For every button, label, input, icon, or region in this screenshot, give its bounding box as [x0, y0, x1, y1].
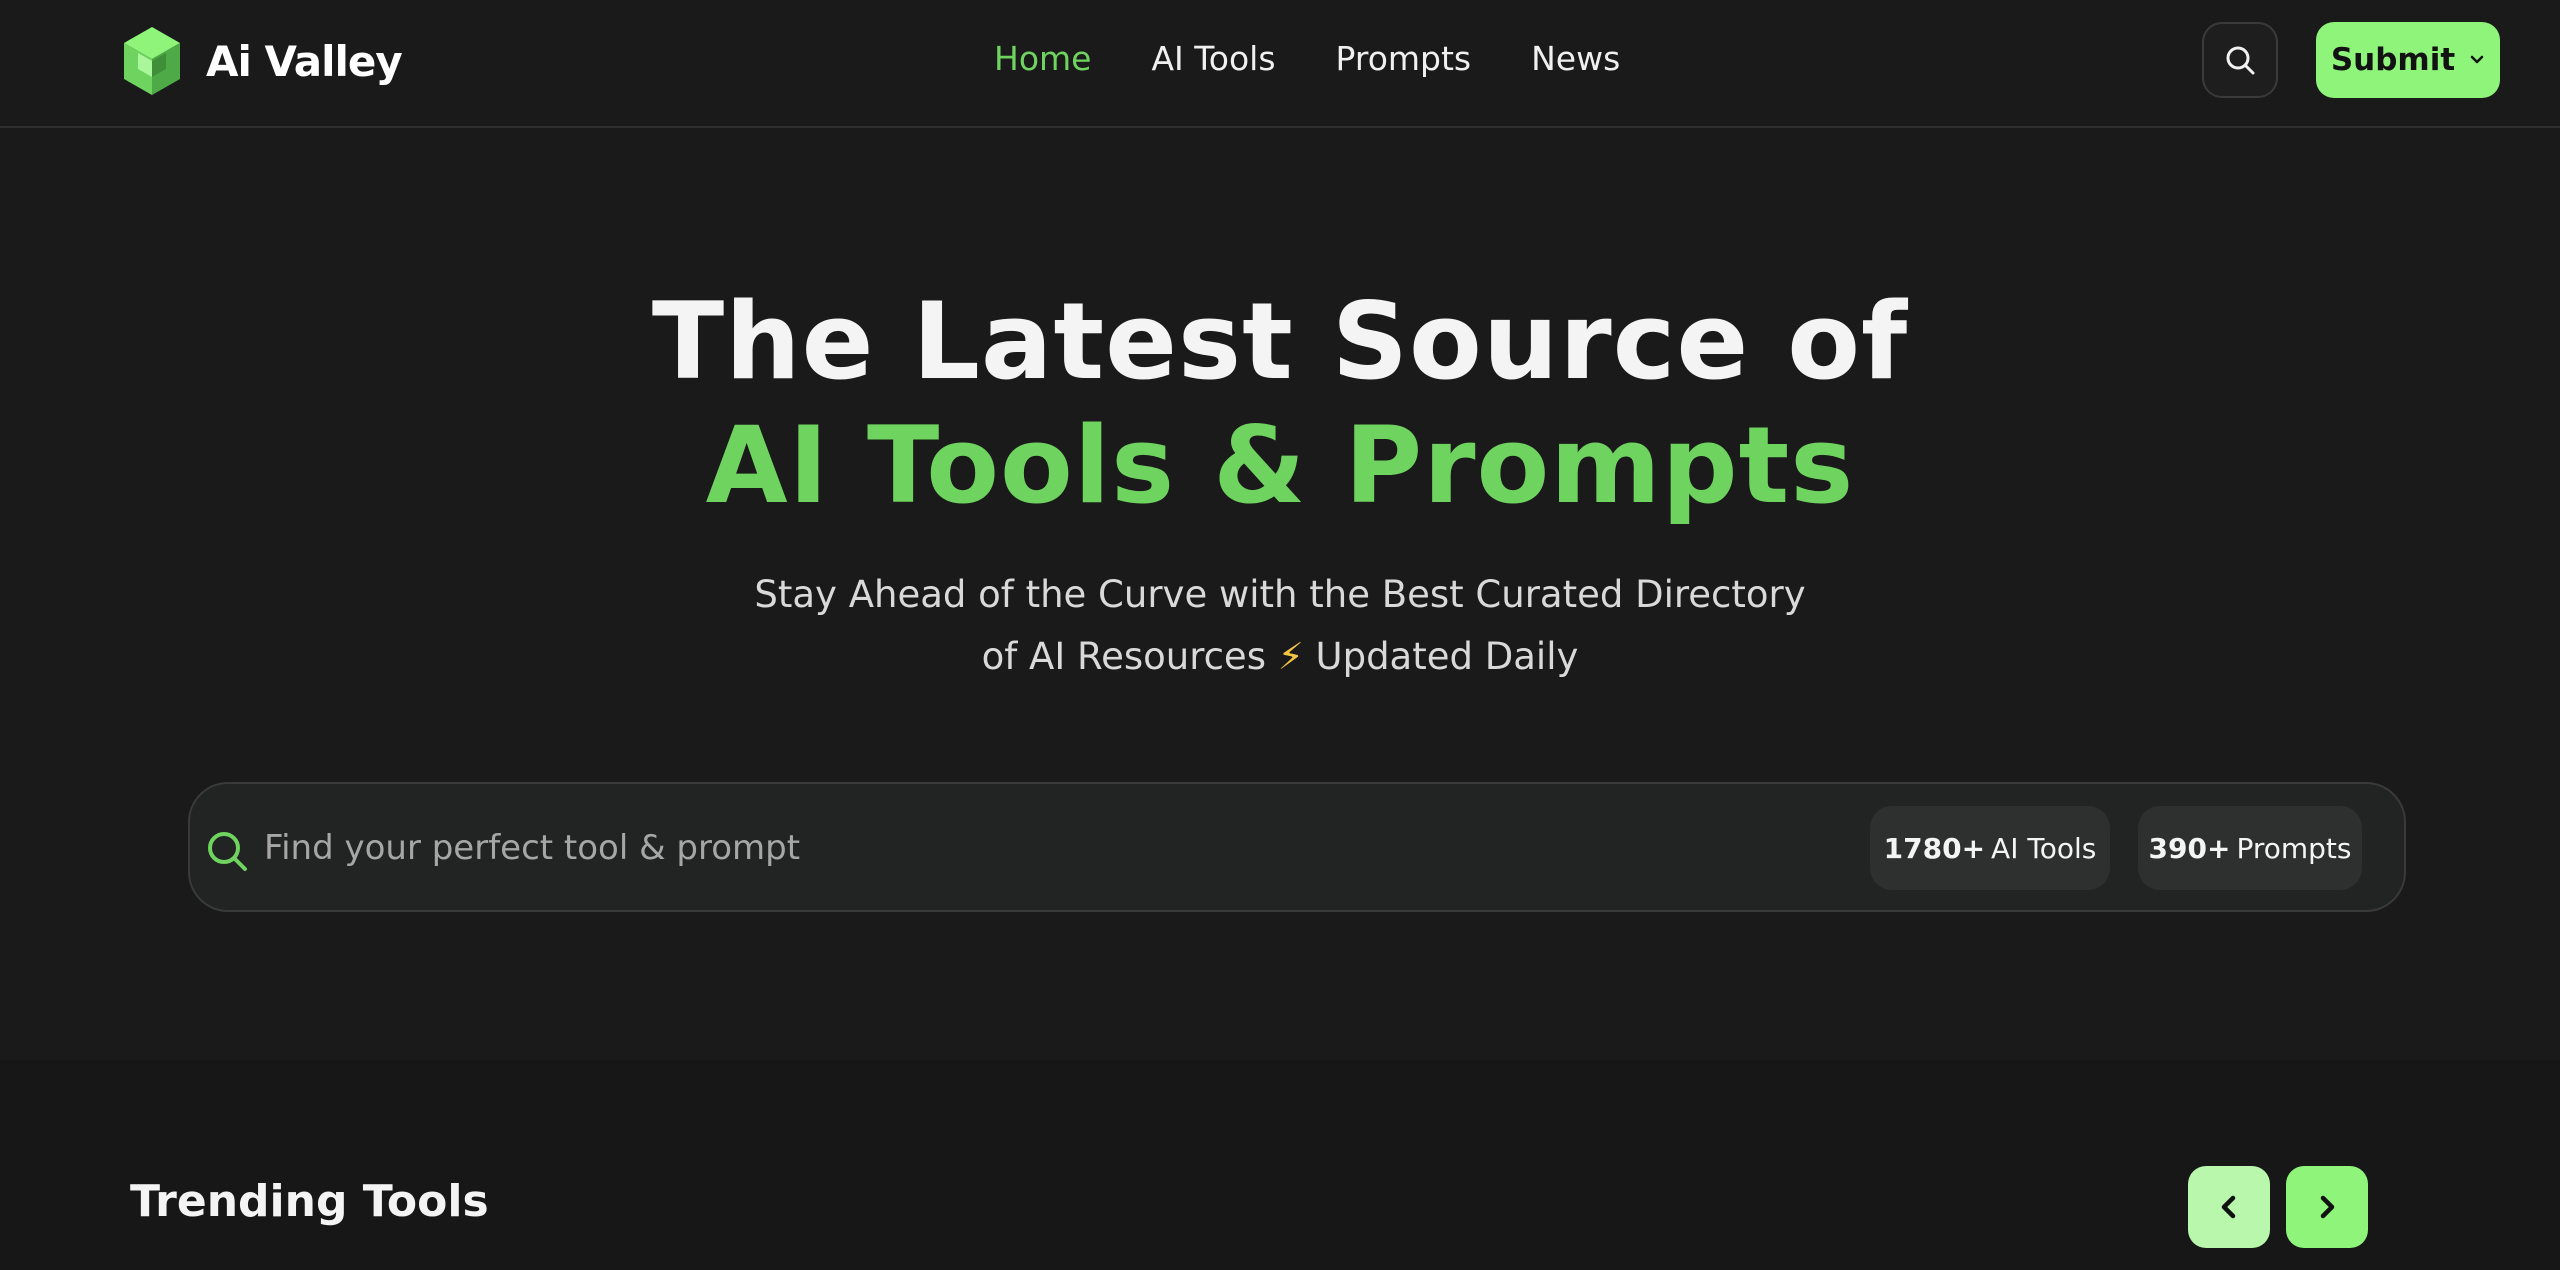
- prompts-label: Prompts: [2236, 831, 2352, 865]
- lightning-icon: ⚡: [1277, 635, 1304, 678]
- brand-name: Ai Valley: [206, 36, 403, 86]
- ai-tools-count-badge[interactable]: 1780+ AI Tools: [1870, 806, 2110, 890]
- chevron-left-icon: [2221, 1195, 2236, 1219]
- search-icon: [208, 832, 247, 871]
- hero-subtitle-line2: of AI Resources ⚡ Updated Daily: [0, 626, 2560, 688]
- header-search-button[interactable]: [2202, 22, 2278, 98]
- carousel-prev-button[interactable]: [2188, 1166, 2270, 1248]
- main-search-bar[interactable]: 1780+ AI Tools 390+ Prompts: [188, 782, 2406, 912]
- hero-subtitle-line1: Stay Ahead of the Curve with the Best Cu…: [754, 573, 1806, 616]
- search-input[interactable]: [264, 816, 1764, 880]
- cube-logo-icon: [124, 27, 180, 95]
- ai-tools-label: AI Tools: [1991, 831, 2097, 865]
- prompts-count-badge[interactable]: 390+ Prompts: [2138, 806, 2362, 890]
- chevron-right-icon: [2320, 1195, 2335, 1219]
- hero-title-line2: AI Tools & Prompts: [705, 404, 1855, 527]
- hero-title-line1: The Latest Source of: [651, 280, 1909, 403]
- ai-tools-count: 1780+: [1883, 831, 1986, 865]
- nav-home[interactable]: Home: [994, 39, 1091, 78]
- chevron-down-icon: [2470, 55, 2484, 64]
- site-header: Ai Valley Home AI Tools Prompts News Sub…: [0, 0, 2560, 128]
- hero-subtitle: Stay Ahead of the Curve with the Best Cu…: [0, 564, 2560, 688]
- prompts-count: 390+: [2148, 831, 2231, 865]
- nav-ai-tools[interactable]: AI Tools: [1151, 39, 1275, 78]
- carousel-next-button[interactable]: [2286, 1166, 2368, 1248]
- search-icon: [2226, 46, 2255, 75]
- nav-prompts[interactable]: Prompts: [1336, 39, 1472, 78]
- submit-label: Submit: [2330, 42, 2456, 78]
- submit-button[interactable]: Submit: [2316, 22, 2500, 98]
- trending-tools-section: Trending Tools: [0, 1060, 2560, 1270]
- main-nav: Home AI Tools Prompts News: [994, 30, 1620, 86]
- nav-news[interactable]: News: [1531, 39, 1620, 78]
- logo[interactable]: Ai Valley: [120, 24, 403, 98]
- subtitle-line2-end: Updated Daily: [1315, 635, 1579, 678]
- subtitle-line2-start: of AI Resources: [981, 635, 1266, 678]
- trending-tools-title: Trending Tools: [130, 1176, 489, 1227]
